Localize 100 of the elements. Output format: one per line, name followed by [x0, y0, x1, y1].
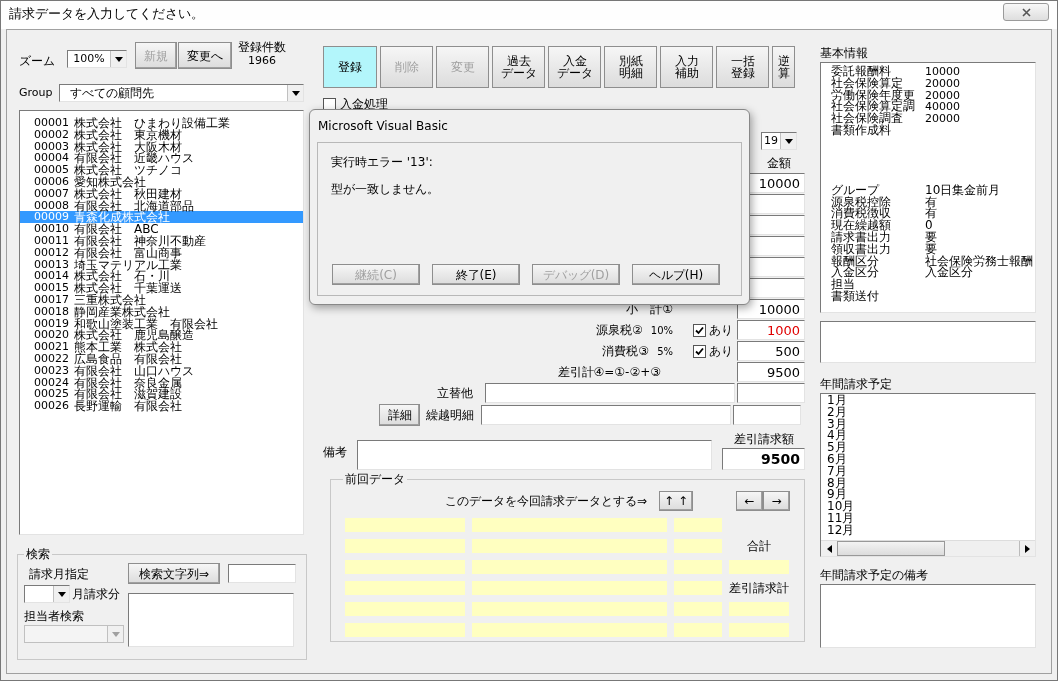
month-item[interactable]: 12月 — [827, 524, 1035, 537]
client-row[interactable]: 00026 長野運輸 有限会社 — [20, 400, 303, 412]
copy-up-button[interactable]: ↑ ↑ — [659, 491, 694, 511]
caret-icon — [57, 591, 66, 597]
next-button[interactable]: → — [763, 491, 790, 511]
client-row[interactable]: 00020 株式会社 鹿児島醸造 — [20, 329, 303, 342]
total-field[interactable]: 9500 — [737, 362, 805, 382]
client-row[interactable]: 00021 熊本工業 株式会社 — [20, 341, 303, 353]
dropdown-button[interactable] — [53, 586, 69, 602]
toolbar-button[interactable]: 入金 データ — [548, 46, 601, 88]
toolbar-button[interactable]: 変更へ — [178, 42, 232, 69]
client-row[interactable]: 00005 株式会社 ツチノコ — [20, 164, 303, 176]
advances-label: 立替他 — [436, 385, 473, 402]
dialog-button[interactable]: 終了(E) — [432, 264, 520, 285]
client-row[interactable]: 00003 株式会社 大阪木材 — [20, 140, 303, 153]
month-item[interactable]: 11月 — [827, 512, 1035, 525]
dialog-title: Microsoft Visual Basic — [318, 118, 449, 135]
previous-data-title: 前回データ — [344, 471, 406, 488]
staff-label: 担当者検索 — [24, 608, 85, 625]
toolbar-button[interactable]: 登録 — [323, 46, 377, 88]
search-input[interactable] — [228, 564, 296, 583]
month-dropdown[interactable] — [24, 585, 70, 603]
option-label: あり — [709, 343, 733, 360]
detail-button[interactable]: 詳細 — [379, 404, 420, 426]
info-value: 40000 — [925, 101, 960, 114]
client-row[interactable]: 00002 株式会社 東京機材 — [20, 128, 303, 141]
toolbar-button[interactable]: 別紙 明細 — [604, 46, 657, 88]
client-row[interactable]: 00015 株式会社 千葉運送 — [20, 282, 303, 294]
scrollbar-thumb[interactable] — [837, 541, 945, 556]
total-field[interactable]: 1000 — [737, 320, 805, 340]
previous-cell — [729, 623, 789, 637]
client-row[interactable]: 00012 有限会社 富山商事 — [20, 246, 303, 259]
info-label: 書類送付 — [831, 290, 880, 303]
zoom-dropdown[interactable]: 100% — [67, 50, 127, 68]
client-row[interactable]: 00019 和歌山塗装工業 有限会社 — [20, 317, 303, 330]
search-results[interactable] — [128, 593, 294, 647]
annual-schedule-title: 年間請求予定 — [820, 376, 893, 393]
month-item[interactable]: 6月 — [827, 454, 1035, 466]
client-row[interactable]: 00013 埼玉マテリアル工業 — [20, 258, 303, 271]
caret-icon — [291, 90, 300, 96]
total-label: 合計 — [746, 539, 772, 553]
month-item[interactable]: 8月 — [827, 477, 1035, 490]
total-field[interactable]: 500 — [737, 341, 805, 361]
month-item[interactable]: 10月 — [827, 501, 1035, 513]
previous-cell — [674, 560, 722, 574]
toolbar-button[interactable]: 逆 算 — [772, 46, 795, 88]
client-row[interactable]: 00001 株式会社 ひまわり設備工業 — [20, 117, 303, 129]
carryover-label: 繰越明細 — [426, 407, 475, 424]
client-row[interactable]: 00018 静岡産業株式会社 — [20, 305, 303, 318]
month-item[interactable]: 5月 — [827, 442, 1035, 454]
month-item[interactable]: 1月 — [827, 395, 1035, 407]
close-button[interactable] — [1003, 3, 1049, 21]
info-label: 請求書出力 — [831, 231, 892, 244]
client-row[interactable]: 00010 有限会社 ABC — [20, 223, 303, 235]
carryover-amount[interactable] — [733, 405, 801, 425]
client-row[interactable]: 00006 愛知株式会社 — [20, 176, 303, 188]
month-item[interactable]: 7月 — [827, 465, 1035, 478]
info-label: 領収書出力 — [831, 243, 892, 256]
checkbox[interactable] — [693, 323, 706, 337]
period-dropdown[interactable]: 19 — [761, 132, 797, 150]
dropdown-button[interactable] — [287, 85, 303, 101]
info-label: 現在繰越額 — [831, 220, 892, 232]
horizontal-scrollbar[interactable] — [821, 540, 1035, 556]
toolbar-button[interactable]: 過去 データ — [492, 46, 545, 88]
previous-cell — [674, 623, 722, 637]
net-billing-field[interactable]: 9500 — [722, 448, 805, 470]
remarks-field[interactable] — [357, 440, 712, 470]
client-row[interactable]: 00017 三重株式会社 — [20, 293, 303, 306]
client-row[interactable]: 00023 有限会社 山口ハウス — [20, 364, 303, 377]
checkbox[interactable] — [693, 344, 706, 358]
payment-processing-label: 入金処理 — [340, 96, 388, 113]
client-row[interactable]: 00014 株式会社 石・川 — [20, 270, 303, 283]
basic-info-title: 基本情報 — [820, 45, 869, 62]
client-row[interactable]: 00011 有限会社 神奈川不動産 — [20, 234, 303, 247]
toolbar-button[interactable]: 入力 補助 — [660, 46, 713, 88]
client-row[interactable]: 00022 広島食品 有限会社 — [20, 352, 303, 365]
error-message: 型が一致しません。 — [331, 181, 440, 198]
total-label: 差引計④=①-②+③ — [557, 364, 661, 381]
caret-icon — [111, 631, 120, 637]
advances-amount[interactable] — [737, 383, 805, 403]
client-row[interactable]: 00025 有限会社 滋賀建設 — [20, 388, 303, 401]
toolbar-button[interactable]: 一括 登録 — [716, 46, 769, 88]
note-box[interactable] — [820, 321, 1036, 363]
total-field[interactable]: 10000 — [737, 299, 805, 319]
previous-button[interactable]: ← — [736, 491, 763, 511]
annual-remarks-field[interactable] — [820, 584, 1036, 648]
info-value: 入金区分 — [925, 267, 973, 280]
dropdown-button[interactable] — [110, 51, 126, 67]
group-dropdown[interactable]: すべての顧問先 — [58, 84, 304, 102]
client-row[interactable]: 00004 有限会社 近畿ハウス — [20, 152, 303, 165]
client-row[interactable]: 00024 有限会社 奈良金属 — [20, 376, 303, 389]
advances-field[interactable] — [485, 383, 735, 403]
dropdown-button[interactable] — [780, 133, 796, 149]
client-row[interactable]: 00007 株式会社 秋田建材 — [20, 187, 303, 200]
search-text-button[interactable]: 検索文字列⇒ — [128, 563, 220, 584]
dialog-button[interactable]: ヘルプ(H) — [632, 264, 720, 285]
month-item[interactable]: 2月 — [827, 406, 1035, 419]
carryover-field[interactable] — [481, 405, 731, 425]
client-row[interactable]: 00008 有限会社 北海道部品 — [20, 199, 303, 212]
month-item[interactable]: 3月 — [827, 418, 1035, 431]
